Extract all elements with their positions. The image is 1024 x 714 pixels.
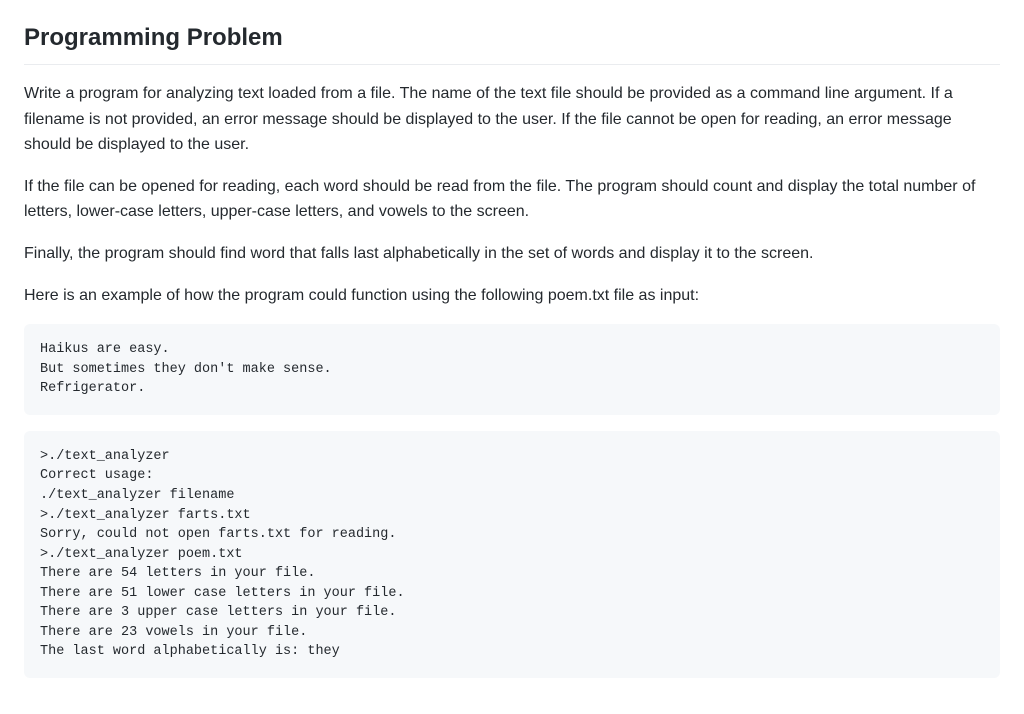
page-title: Programming Problem — [24, 20, 1000, 65]
code-block-poem: Haikus are easy. But sometimes they don'… — [24, 324, 1000, 415]
paragraph-final: Finally, the program should find word th… — [24, 241, 1000, 267]
code-block-output: >./text_analyzer Correct usage: ./text_a… — [24, 431, 1000, 678]
paragraph-intro: Write a program for analyzing text loade… — [24, 81, 1000, 158]
paragraph-details: If the file can be opened for reading, e… — [24, 174, 1000, 225]
paragraph-example: Here is an example of how the program co… — [24, 283, 1000, 309]
